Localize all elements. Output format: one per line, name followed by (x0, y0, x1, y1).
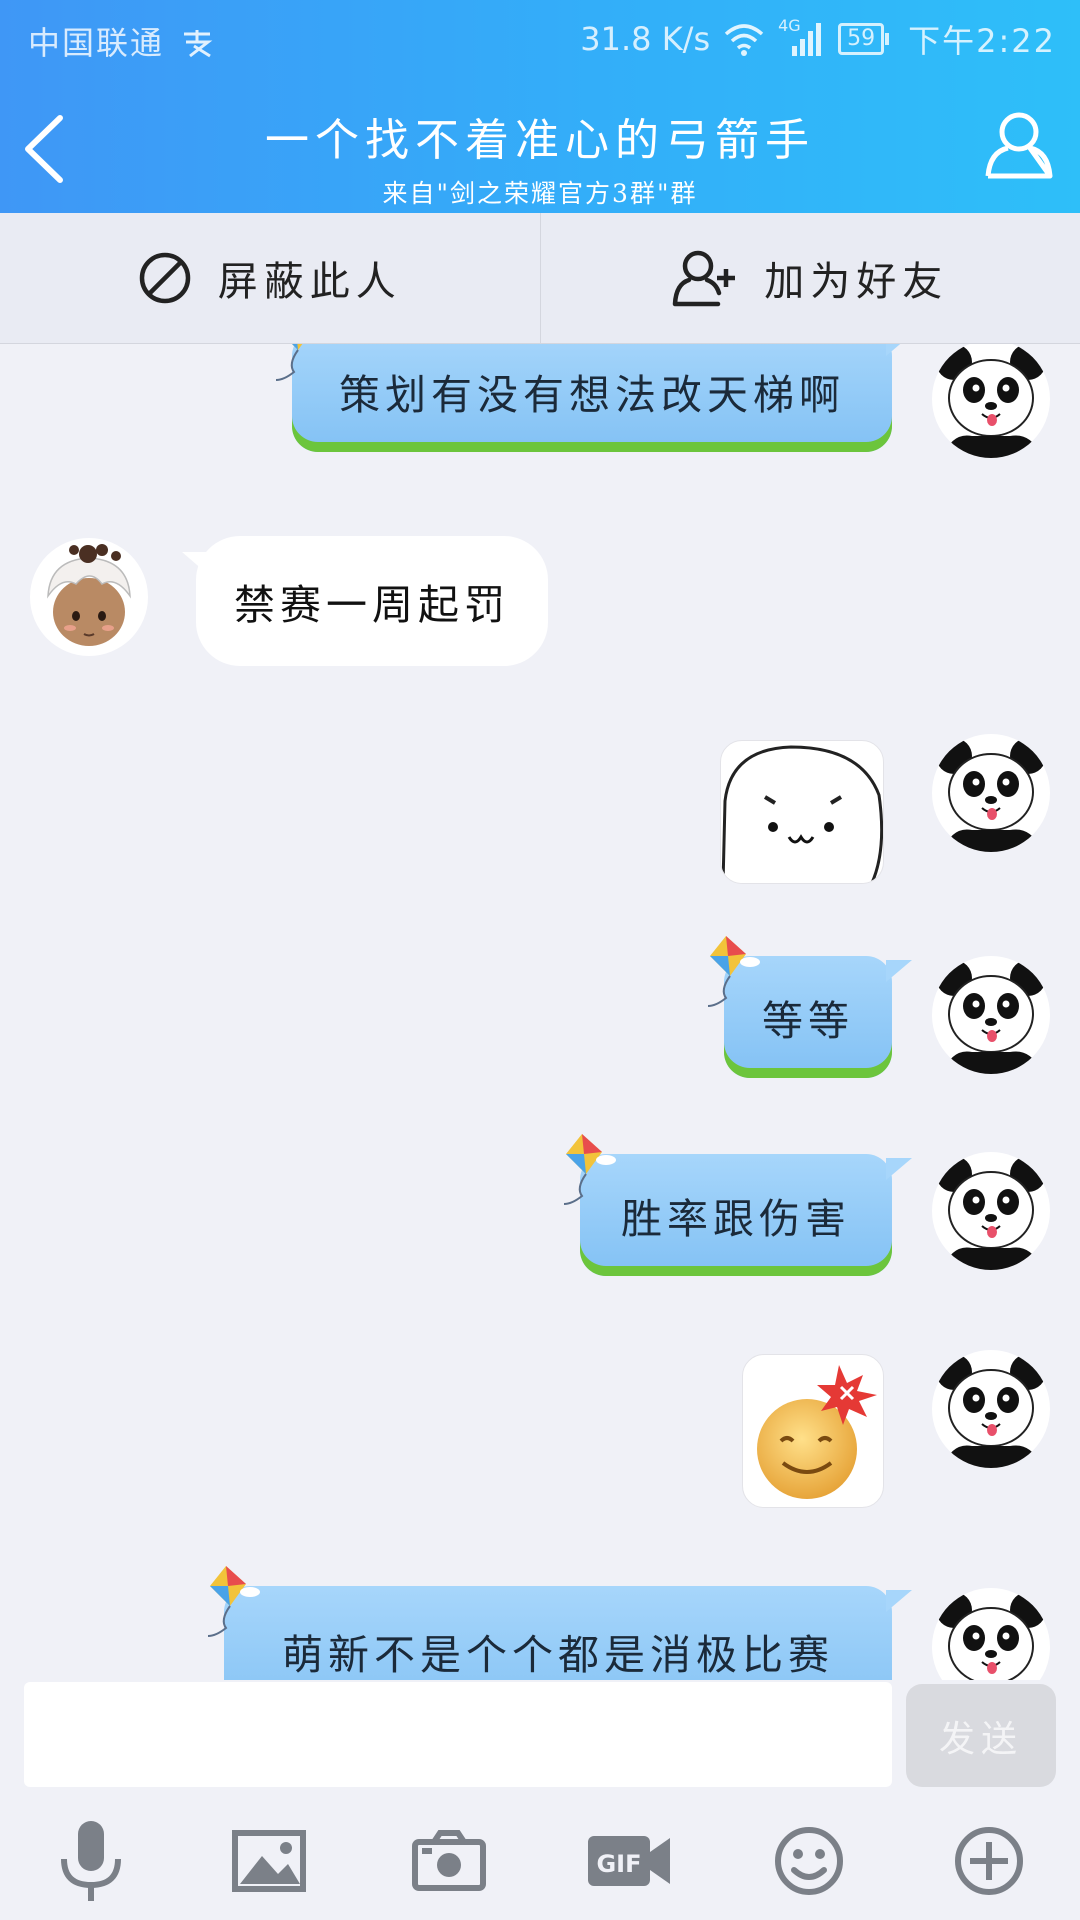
signal-icon: 4G (778, 16, 824, 56)
kite-decoration-icon (707, 936, 761, 1007)
message-list[interactable]: 策划有没有想法改天梯啊 禁赛一周起罚 等等 胜率跟伤害 萌新不是个个都是消极比赛 (0, 344, 1080, 1680)
my-avatar[interactable] (932, 1152, 1050, 1270)
block-icon (139, 252, 190, 304)
status-bar: 中国联通 31.8 K/s 4G 59 下午2:22 (0, 0, 1080, 80)
message-bubble-sent[interactable]: 萌新不是个个都是消极比赛 (207, 1566, 912, 1680)
user-icon (985, 112, 1053, 179)
my-avatar[interactable] (932, 734, 1050, 852)
gif-icon: GIF (588, 1836, 670, 1886)
kite-decoration-icon (207, 1566, 261, 1637)
payment-icon (184, 30, 213, 58)
message-input[interactable] (24, 1682, 892, 1787)
boy-avatar-icon (30, 538, 148, 656)
page-subtitle: 来自"剑之荣耀官方3群"群 (382, 179, 698, 208)
chat-header: 中国联通 31.8 K/s 4G 59 下午2:22 一个找不着准心的弓箭手 来… (0, 0, 1080, 213)
voice-button[interactable] (46, 1816, 136, 1906)
network-speed: 31.8 K/s (580, 20, 711, 58)
my-avatar[interactable] (932, 956, 1050, 1074)
block-user-button[interactable]: 屏蔽此人 (0, 213, 540, 343)
chat-title-block: 一个找不着准心的弓箭手 来自"剑之荣耀官方3群"群 (160, 104, 920, 210)
more-button[interactable] (944, 1816, 1034, 1906)
sender-avatar[interactable] (30, 538, 148, 656)
clock: 下午2:22 (908, 22, 1056, 60)
angry-smiley-sticker-icon (757, 1365, 877, 1499)
plus-icon (955, 1827, 1023, 1895)
carrier-label: 中国联通 (28, 18, 216, 64)
camera-icon (412, 1830, 486, 1891)
page-title: 一个找不着准心的弓箭手 (265, 115, 815, 166)
back-button[interactable] (18, 112, 78, 186)
composer-toolbar: GIF (0, 1800, 1080, 1920)
kite-decoration-icon (275, 344, 329, 381)
profile-button[interactable] (984, 108, 1054, 180)
add-user-icon (673, 250, 736, 307)
message-bubble-sent[interactable]: 胜率跟伤害 (563, 1134, 912, 1276)
send-button[interactable]: 发送 (906, 1684, 1056, 1787)
emoji-button[interactable] (764, 1816, 854, 1906)
add-friend-button[interactable]: 加为好友 (539, 213, 1080, 343)
chevron-left-icon (25, 115, 63, 183)
composer: 发送 (0, 1680, 1080, 1788)
gif-button[interactable]: GIF (584, 1816, 674, 1906)
my-avatar[interactable] (932, 344, 1050, 458)
sticker-message[interactable] (720, 740, 884, 884)
message-bubble-received[interactable]: 禁赛一周起罚 (182, 536, 548, 666)
my-avatar[interactable] (932, 1350, 1050, 1468)
microphone-icon (61, 1821, 121, 1901)
svg-text:GIF: GIF (596, 1850, 641, 1878)
sticker-message[interactable] (742, 1354, 884, 1508)
emoji-icon (775, 1827, 843, 1895)
wifi-icon (724, 24, 764, 56)
photo-button[interactable] (224, 1816, 314, 1906)
my-avatar[interactable] (932, 1588, 1050, 1680)
battery-indicator: 59 (838, 23, 890, 55)
message-bubble-sent[interactable]: 策划有没有想法改天梯啊 (275, 344, 912, 452)
blob-face-sticker-icon (721, 745, 883, 883)
camera-button[interactable] (404, 1816, 494, 1906)
kite-decoration-icon (563, 1134, 617, 1205)
message-bubble-sent[interactable]: 等等 (707, 936, 912, 1078)
image-icon (232, 1830, 306, 1892)
action-bar: 屏蔽此人 加为好友 (0, 213, 1080, 344)
